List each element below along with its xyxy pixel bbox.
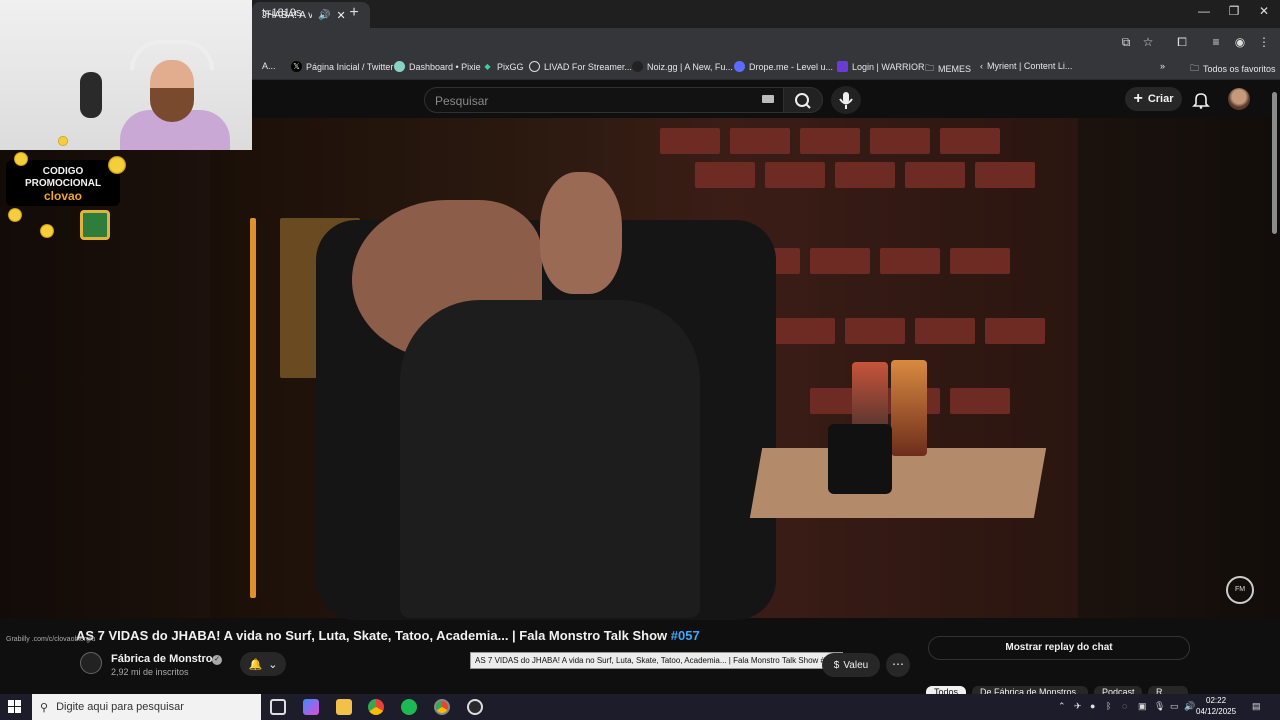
title-tooltip: AS 7 VIDAS do JHABA! A vida no Surf, Lut… xyxy=(470,652,844,669)
coin-icon xyxy=(108,156,126,174)
microphone-shape xyxy=(80,72,102,118)
minimize-button[interactable]: — xyxy=(1194,4,1214,20)
plus-icon: + xyxy=(1133,90,1143,107)
extensions-icon[interactable]: ⧠ xyxy=(1174,34,1190,50)
channel-avatar[interactable] xyxy=(80,652,102,674)
file-explorer-icon[interactable] xyxy=(336,699,352,715)
more-actions-button[interactable]: ⋯ xyxy=(886,653,910,677)
search-icon: ⚲ xyxy=(40,701,49,714)
gift-icon xyxy=(80,210,110,240)
coin-icon xyxy=(8,208,22,222)
copilot-icon[interactable] xyxy=(303,699,319,715)
torso-shape xyxy=(400,300,700,618)
subscribed-bell-button[interactable]: 🔔 ⌄ xyxy=(240,652,286,676)
media-controls-icon[interactable]: ≡ xyxy=(1208,34,1224,50)
search-button[interactable] xyxy=(783,87,823,113)
taskbar-clock[interactable]: 02:22 04/12/2025 xyxy=(1196,695,1236,717)
tray-app-icon[interactable]: ◌ xyxy=(1122,701,1127,711)
warrior-icon xyxy=(837,61,848,72)
close-window-button[interactable]: ✕ xyxy=(1254,4,1274,20)
notifications-bell-icon[interactable] xyxy=(1192,91,1210,109)
video-title: AS 7 VIDAS do JHABA! A vida no Surf, Lut… xyxy=(76,628,700,643)
coin-icon xyxy=(14,152,28,166)
tray-chevron-icon[interactable]: ⌃ xyxy=(1058,701,1066,712)
folder-icon: 🗀 xyxy=(925,63,935,73)
url-input[interactable]: t=1819s xyxy=(262,7,301,19)
bookmark-twitter[interactable]: 𝕏 Página Inicial / Twitter xyxy=(291,61,393,72)
pixgg-icon: ◆ xyxy=(484,62,491,71)
subscriber-count: 2,92 mi de inscritos xyxy=(111,667,189,677)
noiz-icon xyxy=(632,61,643,72)
bookmark-warrior[interactable]: Login | WARRIOR xyxy=(837,61,925,72)
thanks-button[interactable]: $ Valeu xyxy=(822,653,880,677)
tray-app-icon[interactable]: ● xyxy=(1090,701,1095,711)
webcam-overlay xyxy=(0,0,252,150)
bookmark-drope[interactable]: Drope.me - Level u... xyxy=(734,61,833,72)
chrome-active-icon[interactable] xyxy=(434,699,450,715)
bookmark-pixie[interactable]: Dashboard • Pixie xyxy=(394,61,481,72)
channel-watermark-icon[interactable]: FM xyxy=(1226,576,1254,604)
speaker-icon[interactable]: 🔊 xyxy=(318,10,330,21)
notifications-icon[interactable]: ▤ xyxy=(1252,701,1261,712)
promo-code-banner: CODIGO PROMOCIONAL clovao xyxy=(6,160,120,206)
chevron-down-icon: ⌄ xyxy=(268,658,278,671)
restore-button[interactable]: ❐ xyxy=(1224,4,1244,20)
show-chat-replay-button[interactable]: Mostrar replay do chat xyxy=(928,636,1190,660)
close-tab-icon[interactable]: ✕ xyxy=(336,9,345,22)
menu-icon[interactable]: ⋮ xyxy=(1256,34,1272,50)
tray-app-icon[interactable]: ▣ xyxy=(1138,701,1147,712)
bookmark-livad[interactable]: LIVAD For Streamer... xyxy=(529,61,632,72)
mic-icon xyxy=(839,92,853,109)
verified-check-icon: ✓ xyxy=(212,655,222,665)
all-favorites-folder[interactable]: 🗀 Todos os favoritos xyxy=(1190,61,1276,77)
create-button[interactable]: + Criar xyxy=(1125,87,1182,111)
bookmark-noiz[interactable]: Noiz.gg | A New, Fu... xyxy=(632,61,733,72)
install-icon[interactable]: ⧉ xyxy=(1118,34,1134,50)
channel-name[interactable]: Fábrica de Monstros xyxy=(111,653,219,665)
chrome-icon[interactable] xyxy=(368,699,384,715)
search-icon xyxy=(795,93,811,109)
hashtag-link[interactable]: #057 xyxy=(671,628,700,643)
coin-icon xyxy=(58,136,68,146)
livad-icon xyxy=(529,61,540,72)
bookmark-folder-memes[interactable]: 🗀 MEMES xyxy=(925,61,971,77)
network-icon[interactable]: ▭ xyxy=(1170,701,1179,712)
mug-shape xyxy=(828,424,892,494)
table-shape xyxy=(749,448,1047,518)
more-bookmarks-icon[interactable]: » xyxy=(1160,61,1165,71)
keyboard-icon[interactable] xyxy=(762,95,774,103)
folder-icon: 🗀 xyxy=(1190,63,1200,73)
profile-icon[interactable]: ◉ xyxy=(1232,34,1248,50)
user-avatar[interactable] xyxy=(1228,88,1250,110)
microphone-tray-icon[interactable]: 🎙 xyxy=(1154,701,1165,712)
super-thanks-icon: $ xyxy=(833,659,840,671)
volume-icon[interactable]: 🔊 xyxy=(1184,701,1195,712)
drope-icon xyxy=(734,61,745,72)
spotify-icon[interactable] xyxy=(401,699,417,715)
pixie-icon xyxy=(394,61,405,72)
tray-app-icon[interactable]: ✈ xyxy=(1074,701,1082,712)
windows-start-icon[interactable] xyxy=(8,700,22,714)
bluetooth-icon[interactable]: ᛒ xyxy=(1106,701,1111,711)
search-input[interactable]: Pesquisar xyxy=(424,87,784,113)
obs-icon[interactable] xyxy=(467,699,483,715)
x-icon: 𝕏 xyxy=(291,61,302,72)
video-ambient-right xyxy=(1078,118,1280,618)
voice-search-button[interactable] xyxy=(831,86,861,114)
coin-icon xyxy=(40,224,54,238)
headset-shape xyxy=(130,40,214,70)
head-shape xyxy=(540,172,622,294)
page-scrollbar[interactable] xyxy=(1272,92,1277,234)
myrient-icon: ‹ xyxy=(980,61,983,71)
bookmark-myrient[interactable]: ‹ Myrient | Content Li... xyxy=(980,61,1072,71)
bookmark-star-icon[interactable]: ☆ xyxy=(1140,34,1156,50)
task-view-icon[interactable] xyxy=(270,699,286,715)
bell-icon: 🔔 xyxy=(248,658,263,671)
bookmark-item[interactable]: A... xyxy=(262,61,276,71)
new-tab-button[interactable]: + xyxy=(346,5,362,21)
bookmark-pixgg[interactable]: ◆ PixGG xyxy=(482,61,523,72)
overlay-caption: Grabilly .com/c/clovaoblerglu xyxy=(6,636,96,643)
taskbar-search-input[interactable]: ⚲ Digite aqui para pesquisar xyxy=(32,694,261,720)
can-shape xyxy=(891,360,927,456)
